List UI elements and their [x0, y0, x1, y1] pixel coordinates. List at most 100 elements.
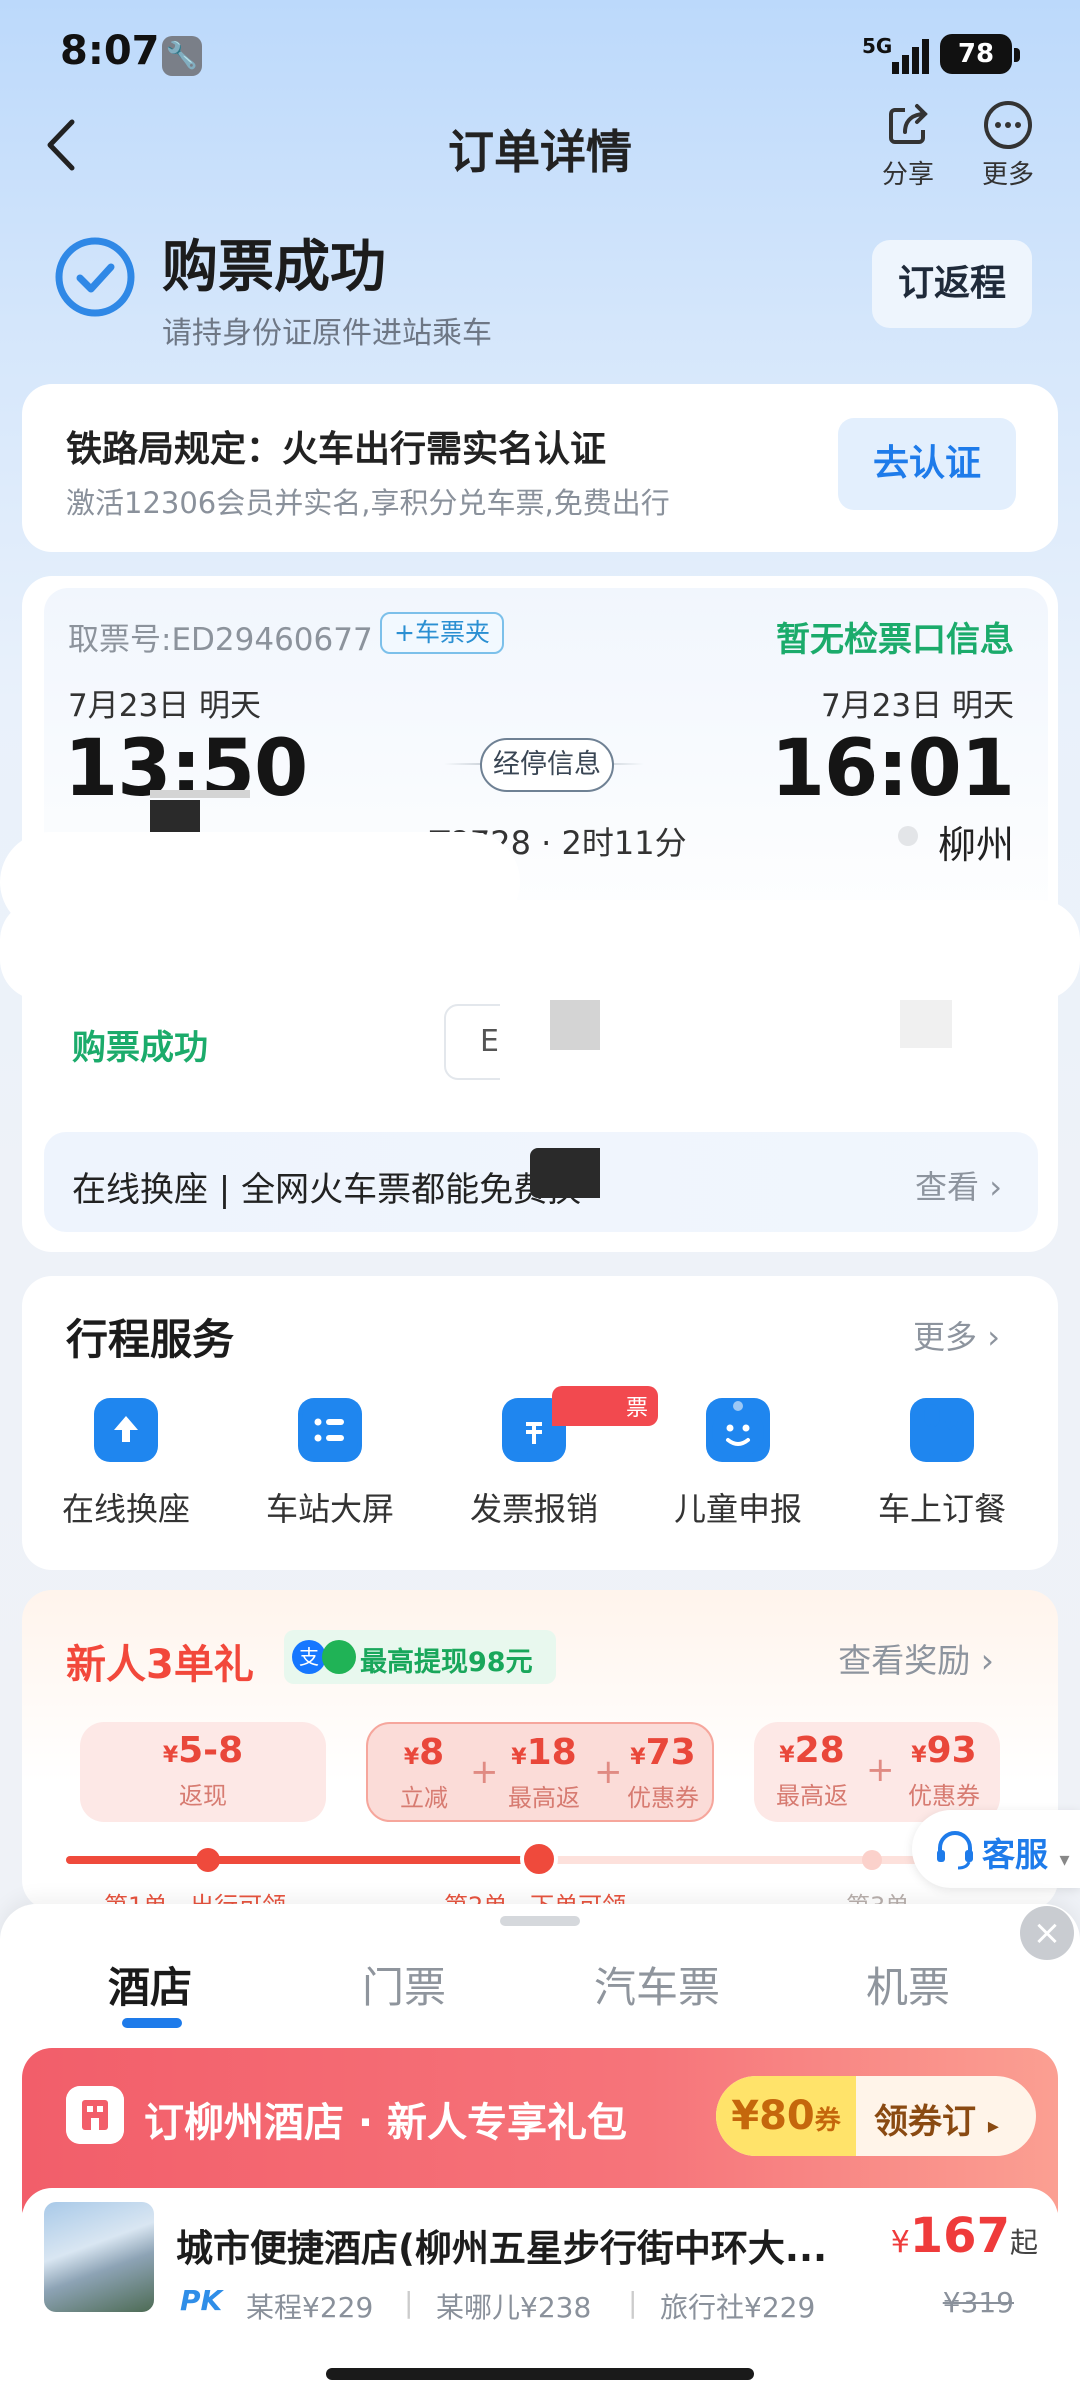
coupon-value: ¥8 [403, 1732, 445, 1773]
claim-coupon-label: 领券订 [874, 2102, 976, 2142]
stops-info-button[interactable]: 经停信息 [480, 738, 614, 792]
coupon-amount: ¥80券 [716, 2076, 856, 2156]
alipay-icon: 支 [292, 1640, 326, 1674]
active-tab-indicator [122, 2018, 182, 2028]
tab-flights[interactable]: 机票 [866, 1954, 950, 2015]
currency-symbol: ¥ [911, 1743, 927, 1768]
network-label: 5G [862, 34, 893, 58]
station-dot [898, 826, 918, 846]
service-label: 发票报销 [469, 1490, 598, 1528]
service-child[interactable]: 儿童申报 [638, 1398, 838, 1530]
share-button[interactable]: 分享 [868, 100, 948, 191]
hotel-name: 城市便捷酒店(柳州五星步行街中环大... [176, 2227, 828, 2270]
ticket-wallet-tag[interactable]: +车票夹 [380, 612, 504, 654]
child-icon [706, 1398, 770, 1462]
coupon-label: 最高返 [508, 1784, 580, 1812]
progress-fill [66, 1856, 544, 1864]
hotel-price: ¥167起 [890, 2208, 1038, 2264]
currency-symbol: ¥ [630, 1745, 646, 1770]
trip-services-more[interactable]: 更多 › [913, 1312, 1000, 1358]
clock-icon [520, 1840, 558, 1878]
service-label: 车站大屏 [265, 1490, 394, 1528]
service-label: 儿童申报 [673, 1490, 802, 1528]
service-seat-swap[interactable]: 在线换座 [26, 1398, 226, 1530]
view-rewards-label: 查看奖励 [838, 1641, 971, 1680]
newbie-title: 新人3单礼 [66, 1642, 254, 1688]
more-button[interactable]: 更多 [968, 100, 1048, 191]
seat-swap-view-link[interactable]: 查看 › [915, 1162, 1002, 1208]
seat-swap-view-label: 查看 [915, 1168, 980, 1206]
coupon-label: 最高返 [776, 1782, 848, 1810]
pickup-number: 取票号:ED29460677 [68, 622, 373, 658]
coupon-value: ¥18 [511, 1732, 577, 1773]
tab-hotel[interactable]: 酒店 [108, 1954, 192, 2015]
redaction-mask [150, 790, 250, 798]
divider: | [628, 2286, 638, 2319]
seat-swap-text: 在线换座 | 全网火车票都能免费换 [72, 1170, 582, 1210]
claim-coupon-action[interactable]: 领券订 ▸ [874, 2094, 999, 2143]
original-price: ¥319 [942, 2286, 1014, 2319]
chevron-right-icon: › [989, 1168, 1002, 1206]
coupon-order-3[interactable]: ¥28 最高返 + ¥93 优惠券 [754, 1722, 1000, 1822]
arrive-date: 7月23日 明天 [820, 688, 1014, 724]
coupon-value: ¥93 [911, 1730, 977, 1771]
wechat-icon [322, 1640, 356, 1674]
station-board-icon [298, 1398, 362, 1462]
chevron-right-icon: › [980, 1641, 994, 1680]
coupon-value: ¥28 [779, 1730, 845, 1771]
view-rewards-link[interactable]: 查看奖励 › [838, 1634, 994, 1682]
customer-service-button[interactable]: 客服 ▾ [912, 1810, 1080, 1888]
coupon-value: ¥5-8 [162, 1730, 244, 1771]
headset-icon [937, 1831, 973, 1870]
redaction-mask [900, 1000, 952, 1048]
coupon-order-1[interactable]: ¥5-8 返现 [80, 1722, 326, 1822]
hotel-thumbnail [44, 2202, 154, 2312]
verify-button[interactable]: 去认证 [838, 418, 1016, 510]
compare-price: 旅行社¥229 [660, 2291, 816, 2324]
hotel-icon [66, 2086, 124, 2144]
currency-symbol: ¥ [162, 1743, 179, 1768]
coupon-value: ¥73 [630, 1732, 696, 1773]
share-label: 分享 [881, 160, 934, 190]
redaction-mask [530, 1148, 600, 1198]
arrive-time: 16:01 [770, 724, 1015, 814]
signal-icon [892, 39, 929, 74]
tab-bus[interactable]: 汽车票 [594, 1954, 720, 2015]
success-check-icon [55, 237, 135, 317]
tab-tickets[interactable]: 门票 [362, 1954, 446, 2015]
progress-dot [196, 1848, 220, 1872]
hotel-promo-text: 订柳州酒店 · 新人专享礼包 [144, 2100, 628, 2146]
close-icon[interactable]: × [1020, 1906, 1074, 1960]
purchase-status: 购票成功 [72, 1028, 208, 1068]
coupon-unit: 券 [814, 2106, 841, 2136]
service-label: 在线换座 [61, 1490, 190, 1528]
service-dining[interactable]: 车上订餐 [842, 1398, 1042, 1530]
drag-handle[interactable] [500, 1916, 580, 1926]
coupon-order-2[interactable]: ¥8 立减 + ¥18 最高返 + ¥73 优惠券 [366, 1722, 714, 1822]
service-station-board[interactable]: 车站大屏 [230, 1398, 430, 1530]
dining-icon [910, 1398, 974, 1462]
home-indicator[interactable] [326, 2368, 754, 2380]
wrench-icon: 🔧 [162, 36, 202, 76]
gate-info: 暂无检票口信息 [776, 620, 1014, 660]
trip-services-more-label: 更多 [913, 1318, 978, 1356]
pk-badge: PK [180, 2284, 223, 2317]
plus-icon: + [866, 1750, 895, 1790]
compare-price: 某程¥229 [246, 2291, 374, 2324]
seat-swap-icon [94, 1398, 158, 1462]
caret-down-icon: ▾ [1059, 1847, 1070, 1871]
more-label: 更多 [981, 160, 1034, 190]
currency-symbol: ¥ [511, 1745, 527, 1770]
cashout-text: 最高提现98元 [360, 1647, 533, 1678]
verify-title: 铁路局规定：火车出行需实名认证 [66, 429, 607, 470]
currency-symbol: ¥ [779, 1743, 795, 1768]
customer-service-label: 客服 [982, 1835, 1048, 1874]
coupon-label: 优惠券 [908, 1782, 980, 1810]
coupon-label: 返现 [179, 1782, 227, 1810]
success-title: 购票成功 [162, 235, 386, 300]
more-icon [984, 101, 1032, 149]
arrow-right-icon: ▸ [987, 2114, 999, 2139]
depart-date: 7月23日 明天 [68, 688, 262, 724]
book-return-button[interactable]: 订返程 [872, 240, 1032, 328]
destination-station: 柳州 [937, 823, 1014, 867]
